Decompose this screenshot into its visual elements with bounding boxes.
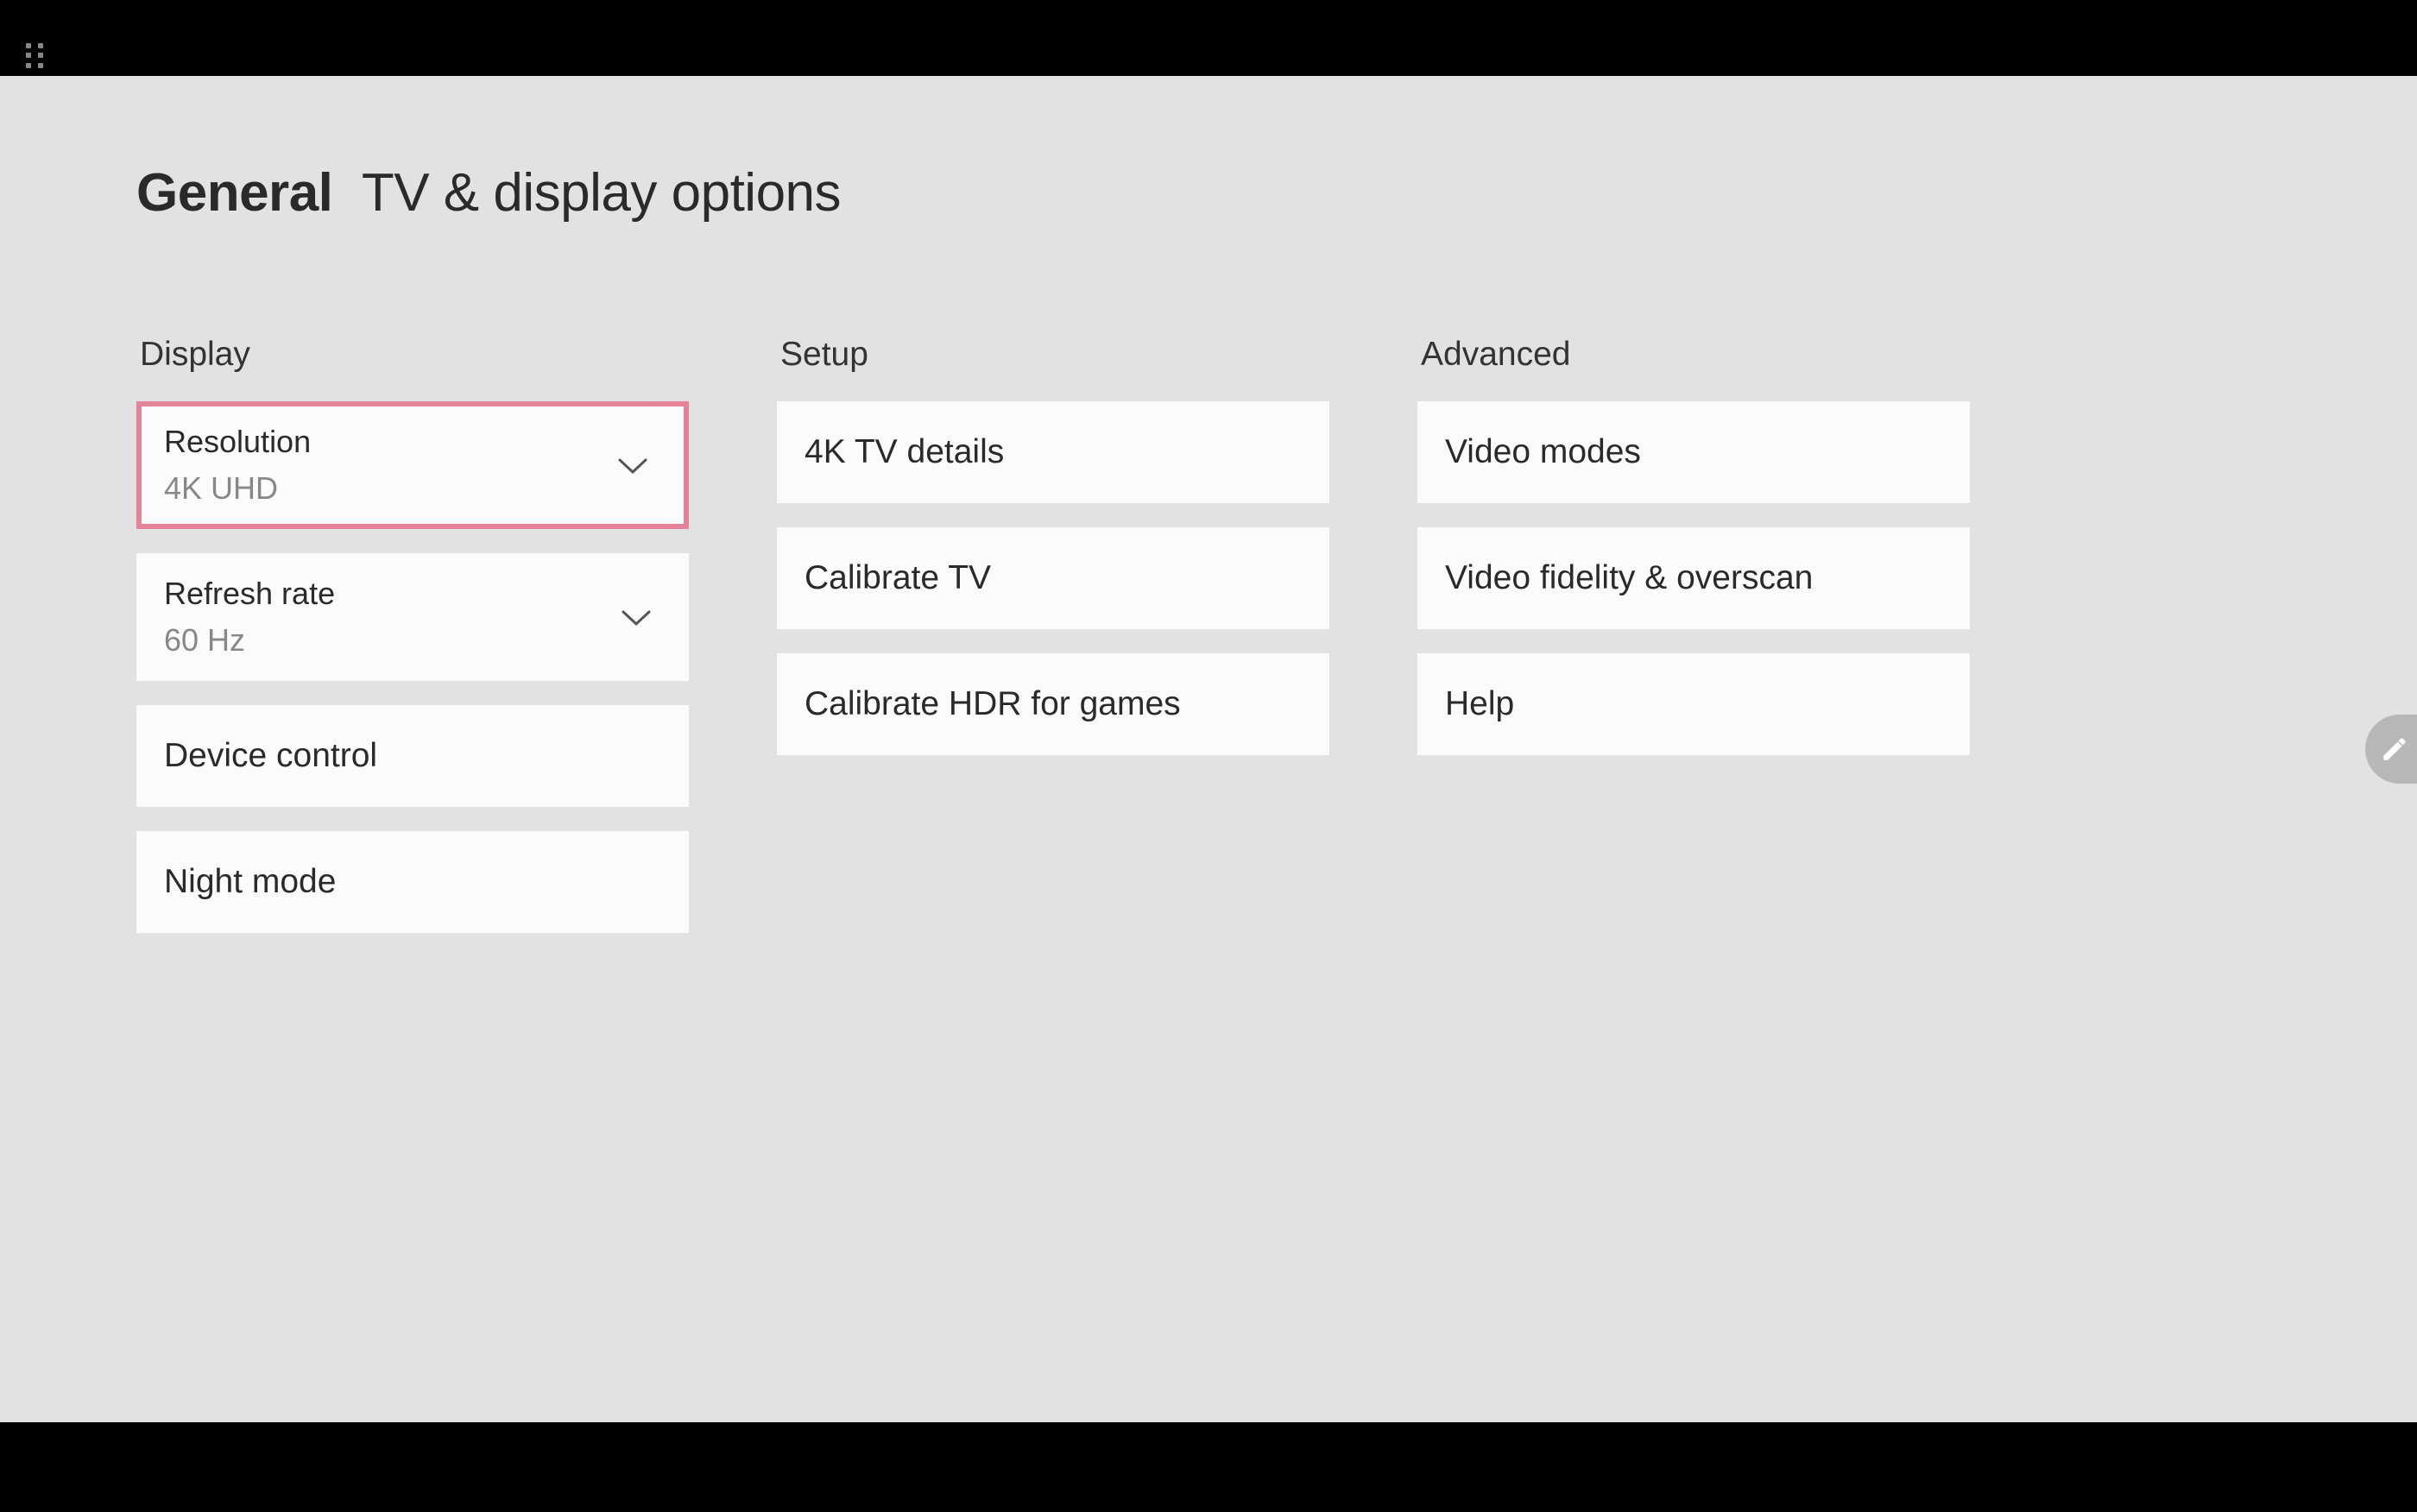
tile-value: 60 Hz (164, 622, 661, 658)
tile-label: Calibrate HDR for games (805, 685, 1181, 722)
column-advanced: Advanced Video modes Video fidelity & ov… (1417, 336, 1970, 957)
tile-help[interactable]: Help (1417, 653, 1970, 755)
tile-resolution[interactable]: Resolution 4K UHD (136, 401, 689, 529)
tile-device-control[interactable]: Device control (136, 705, 689, 807)
tile-label: Resolution (164, 424, 661, 460)
tile-value: 4K UHD (164, 470, 661, 507)
tile-label: Refresh rate (164, 576, 661, 612)
main-content: General TV & display options Display Res… (0, 76, 2417, 1422)
tile-label: Help (1445, 685, 1514, 722)
bottom-bar (0, 1422, 2417, 1512)
tile-video-fidelity[interactable]: Video fidelity & overscan (1417, 527, 1970, 629)
tile-video-modes[interactable]: Video modes (1417, 401, 1970, 503)
column-header-display: Display (136, 336, 689, 374)
title-category: General (136, 163, 332, 223)
chevron-down-icon (620, 598, 653, 636)
column-header-setup: Setup (777, 336, 1329, 374)
tile-label: Device control (164, 737, 377, 774)
tile-refresh-rate[interactable]: Refresh rate 60 Hz (136, 553, 689, 681)
top-bar (0, 0, 2417, 76)
tile-4k-tv-details[interactable]: 4K TV details (777, 401, 1329, 503)
column-display: Display Resolution 4K UHD Refresh rate 6… (136, 336, 689, 957)
tile-label: Video fidelity & overscan (1445, 559, 1813, 596)
tile-calibrate-tv[interactable]: Calibrate TV (777, 527, 1329, 629)
tile-label: Video modes (1445, 433, 1641, 470)
tile-calibrate-hdr[interactable]: Calibrate HDR for games (777, 653, 1329, 755)
column-header-advanced: Advanced (1417, 336, 1970, 374)
page-title: General TV & display options (136, 162, 2417, 224)
column-setup: Setup 4K TV details Calibrate TV Calibra… (777, 336, 1329, 957)
drag-handle-icon[interactable] (26, 43, 47, 69)
pencil-icon (2380, 734, 2409, 764)
settings-columns: Display Resolution 4K UHD Refresh rate 6… (136, 336, 2417, 957)
title-page: TV & display options (362, 163, 841, 223)
tile-label: 4K TV details (805, 433, 1004, 470)
chevron-down-icon (616, 446, 649, 484)
tile-label: Calibrate TV (805, 559, 991, 596)
tile-label: Night mode (164, 863, 336, 900)
tile-night-mode[interactable]: Night mode (136, 831, 689, 933)
